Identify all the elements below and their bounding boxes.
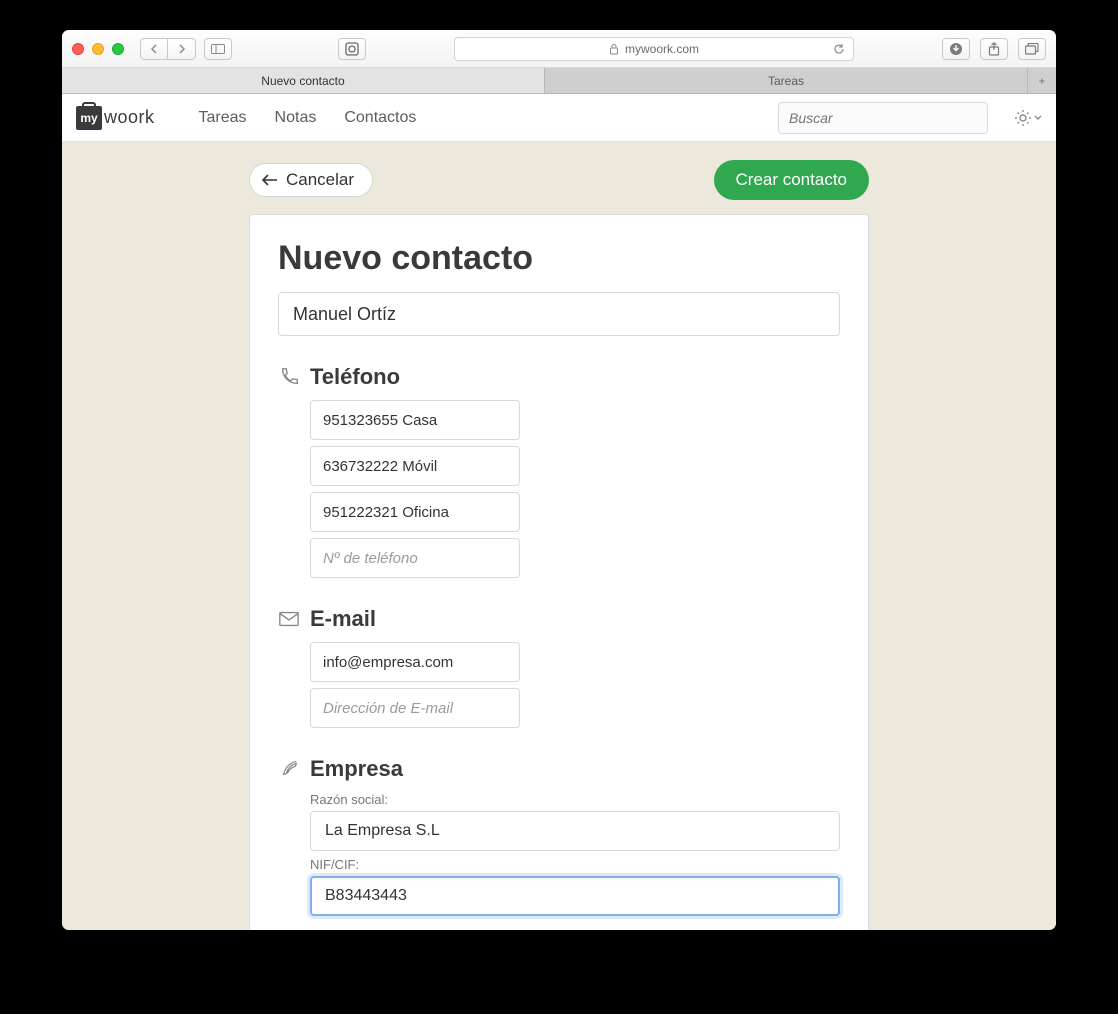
address-text: mywoork.com [625, 42, 699, 56]
email-input-new[interactable] [310, 688, 520, 728]
search-input[interactable] [778, 102, 988, 134]
chevron-down-icon [1034, 115, 1042, 121]
nav-link-tareas[interactable]: Tareas [199, 109, 247, 127]
cancel-label: Cancelar [286, 170, 354, 190]
browser-tab-1[interactable]: Tareas [545, 68, 1028, 93]
phone-section: Teléfono [278, 364, 840, 578]
nav-links: Tareas Notas Contactos [199, 109, 417, 127]
sidebar-toggle-button[interactable] [204, 38, 232, 60]
browser-tab-0[interactable]: Nuevo contacto [62, 68, 545, 93]
phone-icon [278, 366, 300, 388]
company-section: Empresa Razón social: NIF/CIF: [278, 756, 840, 916]
address-bar[interactable]: mywoork.com [454, 37, 854, 61]
email-section: E-mail [278, 606, 840, 728]
razon-label: Razón social: [310, 792, 840, 807]
downloads-button[interactable] [942, 38, 970, 60]
minimize-window-button[interactable] [92, 43, 104, 55]
privacy-button[interactable] [338, 38, 366, 60]
browser-window: mywoork.com Nuevo contacto Tareas [62, 30, 1056, 930]
tab-label: Nuevo contacto [261, 74, 344, 88]
arrow-left-icon [262, 174, 278, 186]
close-window-button[interactable] [72, 43, 84, 55]
phone-input-new[interactable] [310, 538, 520, 578]
brand-logo[interactable]: my woork [76, 106, 155, 130]
email-heading: E-mail [310, 606, 376, 632]
nif-label: NIF/CIF: [310, 857, 840, 872]
tab-label: Tareas [768, 74, 804, 88]
phone-input-0[interactable] [310, 400, 520, 440]
titlebar: mywoork.com [62, 30, 1056, 68]
phone-heading: Teléfono [310, 364, 400, 390]
nav-link-notas[interactable]: Notas [275, 109, 317, 127]
cancel-button[interactable]: Cancelar [249, 163, 373, 197]
razon-input[interactable] [310, 811, 840, 851]
page-body: Cancelar Crear contacto Nuevo contacto T… [62, 142, 1056, 930]
window-controls [72, 43, 124, 55]
forward-button[interactable] [168, 38, 196, 60]
action-bar: Cancelar Crear contacto [249, 160, 869, 200]
page-title: Nuevo contacto [278, 239, 840, 278]
maximize-window-button[interactable] [112, 43, 124, 55]
mail-icon [278, 608, 300, 630]
new-tab-button[interactable]: + [1028, 68, 1056, 93]
tabs-button[interactable] [1018, 38, 1046, 60]
brand-mark: my [76, 106, 102, 130]
brand-text: woork [104, 107, 155, 128]
feather-icon [278, 758, 300, 780]
nav-back-forward [140, 38, 196, 60]
gear-icon [1014, 109, 1032, 127]
phone-input-2[interactable] [310, 492, 520, 532]
phone-input-1[interactable] [310, 446, 520, 486]
settings-button[interactable] [1014, 109, 1042, 127]
company-heading: Empresa [310, 756, 403, 782]
name-input[interactable] [278, 292, 840, 336]
share-button[interactable] [980, 38, 1008, 60]
create-contact-button[interactable]: Crear contacto [714, 160, 870, 200]
nav-link-contactos[interactable]: Contactos [344, 109, 416, 127]
lock-icon [609, 43, 619, 55]
reload-icon[interactable] [833, 43, 845, 55]
toolbar-right [942, 38, 1046, 60]
nif-input[interactable] [310, 876, 840, 916]
contact-form-card: Nuevo contacto Teléfono [249, 214, 869, 930]
back-button[interactable] [140, 38, 168, 60]
app-nav: my woork Tareas Notas Contactos [62, 94, 1056, 142]
create-label: Crear contacto [736, 170, 848, 189]
email-input-0[interactable] [310, 642, 520, 682]
tab-strip: Nuevo contacto Tareas + [62, 68, 1056, 94]
